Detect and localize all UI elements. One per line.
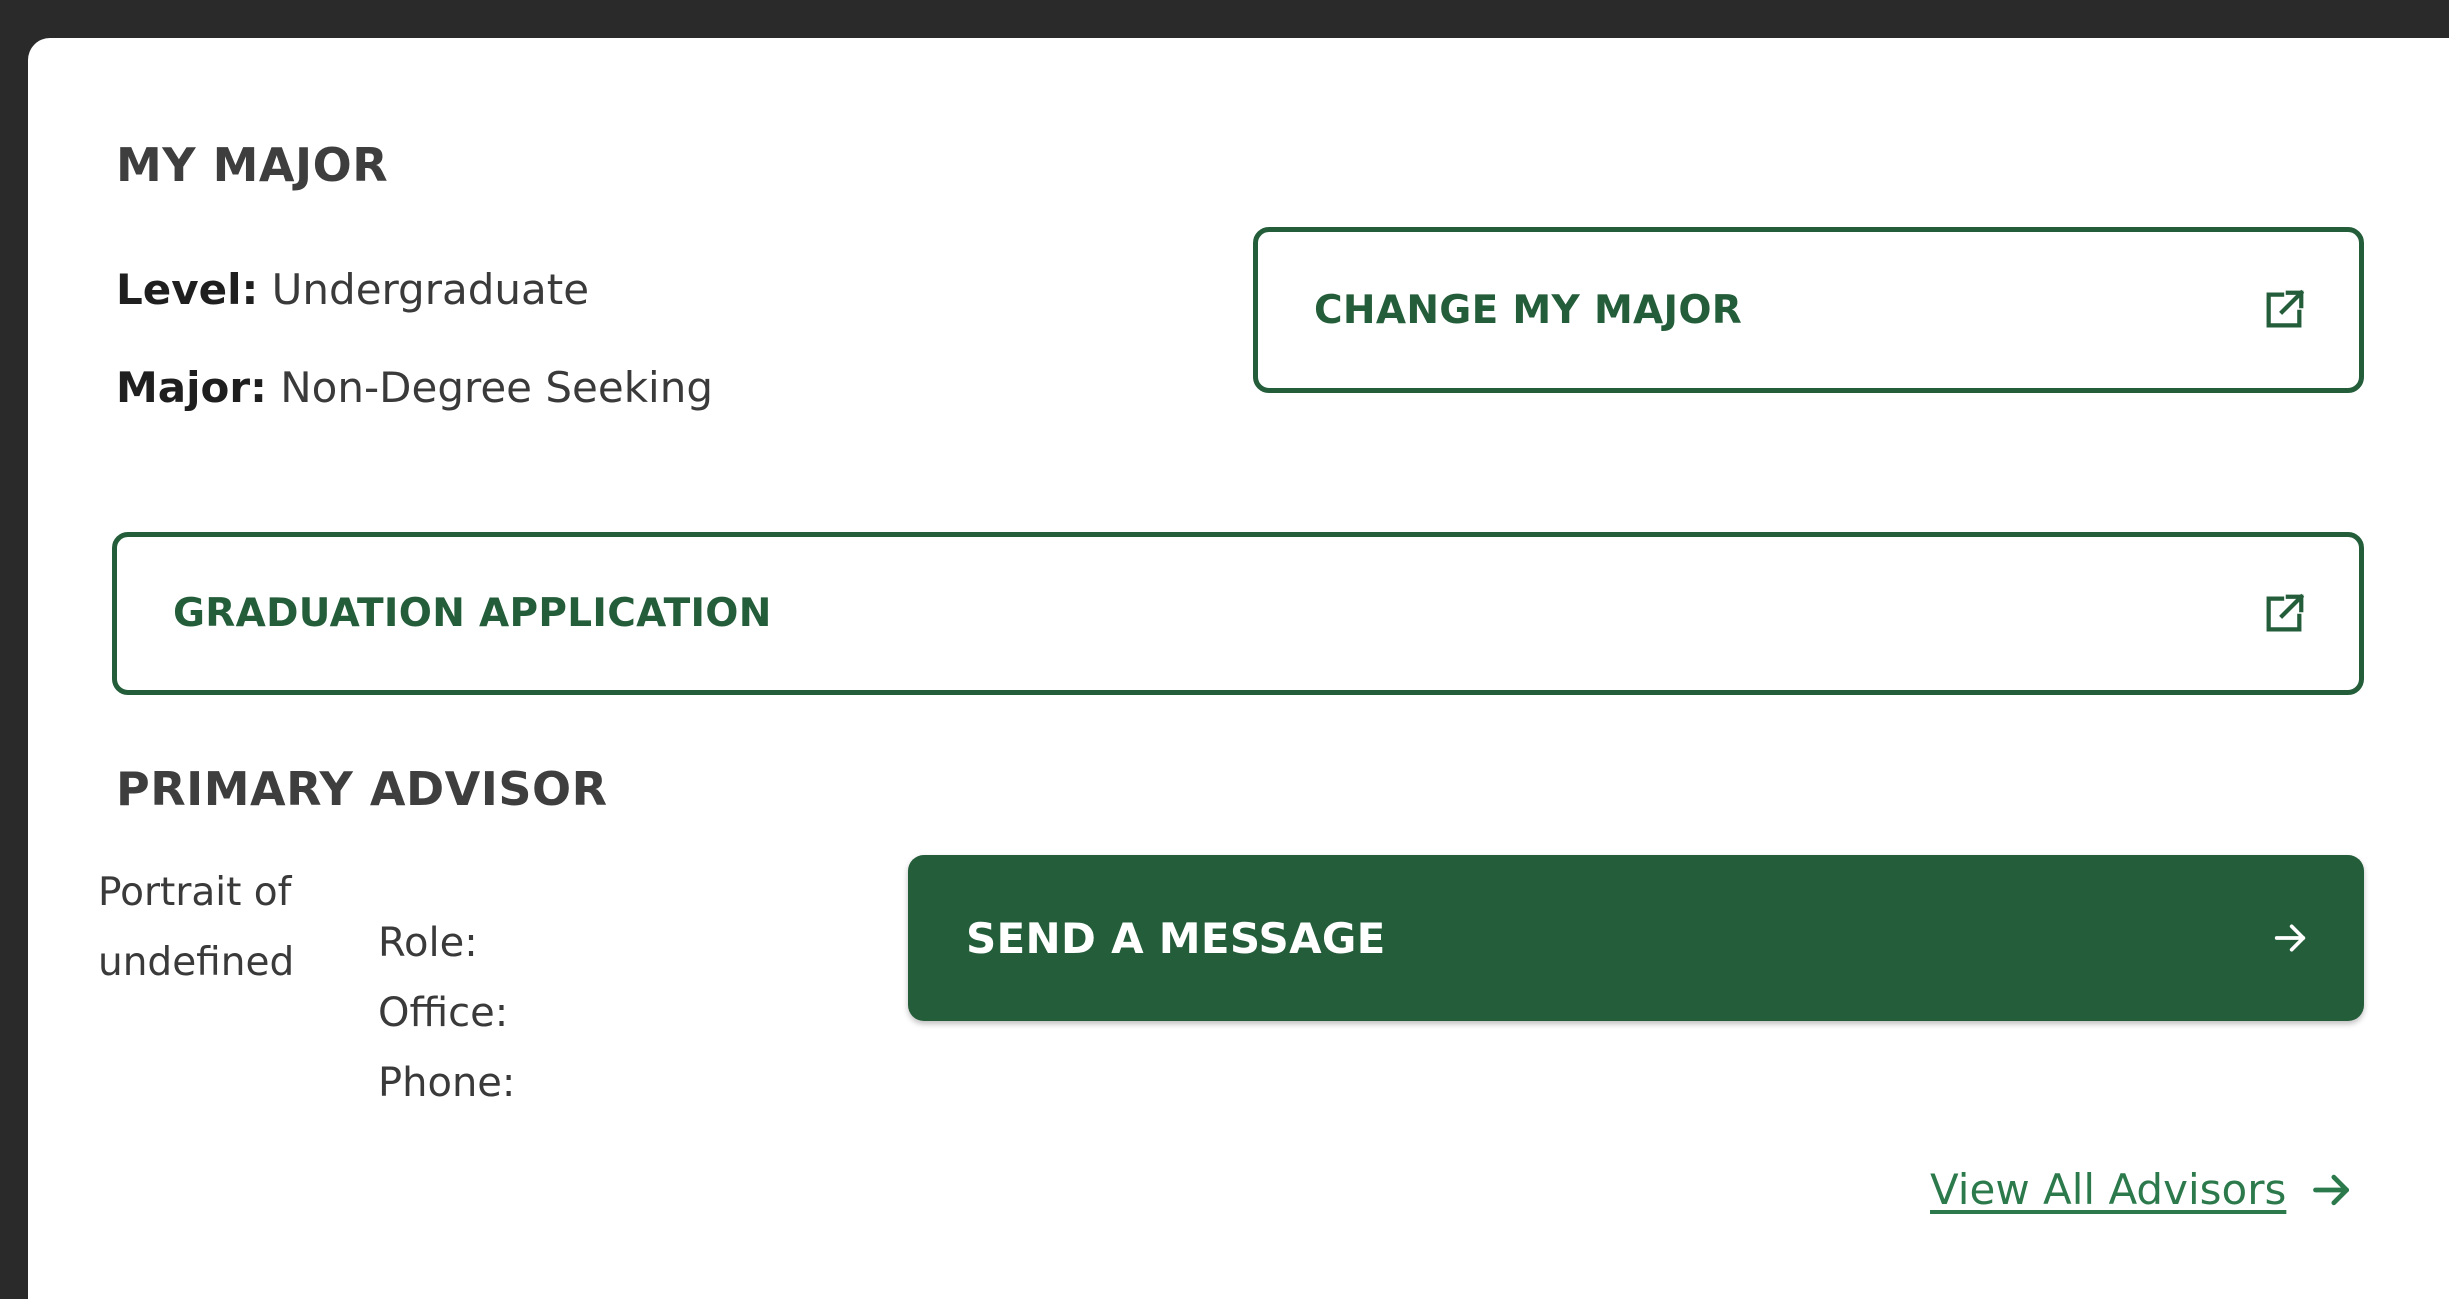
advisor-office-label: Office:: [378, 990, 509, 1036]
graduation-application-label: GRADUATION APPLICATION: [173, 591, 772, 636]
send-a-message-label: SEND A MESSAGE: [966, 913, 1386, 963]
view-all-advisors-label: View All Advisors: [1930, 1165, 2287, 1214]
external-link-icon: [2261, 591, 2307, 637]
arrow-right-icon: [2268, 916, 2312, 960]
advisor-role-label: Role:: [378, 920, 478, 966]
major-label: Major:: [116, 363, 267, 412]
change-my-major-label: CHANGE MY MAJOR: [1314, 287, 1743, 333]
advisor-details: Role: Office: Phone:: [378, 908, 515, 1118]
level-value: Undergraduate: [271, 265, 590, 314]
send-a-message-button[interactable]: SEND A MESSAGE: [908, 855, 2364, 1021]
portrait-alt-text: Portrait of undefined: [98, 870, 295, 985]
level-line: Level: Undergraduate: [116, 265, 589, 314]
major-value: Non-Degree Seeking: [280, 363, 713, 412]
advisor-portrait: Portrait of undefined: [98, 858, 353, 1113]
my-major-title: MY MAJOR: [116, 138, 389, 192]
change-my-major-button[interactable]: CHANGE MY MAJOR: [1253, 227, 2364, 393]
arrow-right-icon: [2310, 1168, 2354, 1212]
external-link-icon: [2261, 287, 2307, 333]
advisor-phone-label: Phone:: [378, 1060, 516, 1106]
graduation-application-button[interactable]: GRADUATION APPLICATION: [112, 532, 2364, 695]
view-all-advisors-link[interactable]: View All Advisors: [1930, 1165, 2354, 1214]
major-line: Major: Non-Degree Seeking: [116, 363, 713, 412]
my-major-card: MY MAJOR Level: Undergraduate Major: Non…: [28, 38, 2449, 1299]
primary-advisor-title: PRIMARY ADVISOR: [116, 762, 608, 816]
level-label: Level:: [116, 265, 259, 314]
